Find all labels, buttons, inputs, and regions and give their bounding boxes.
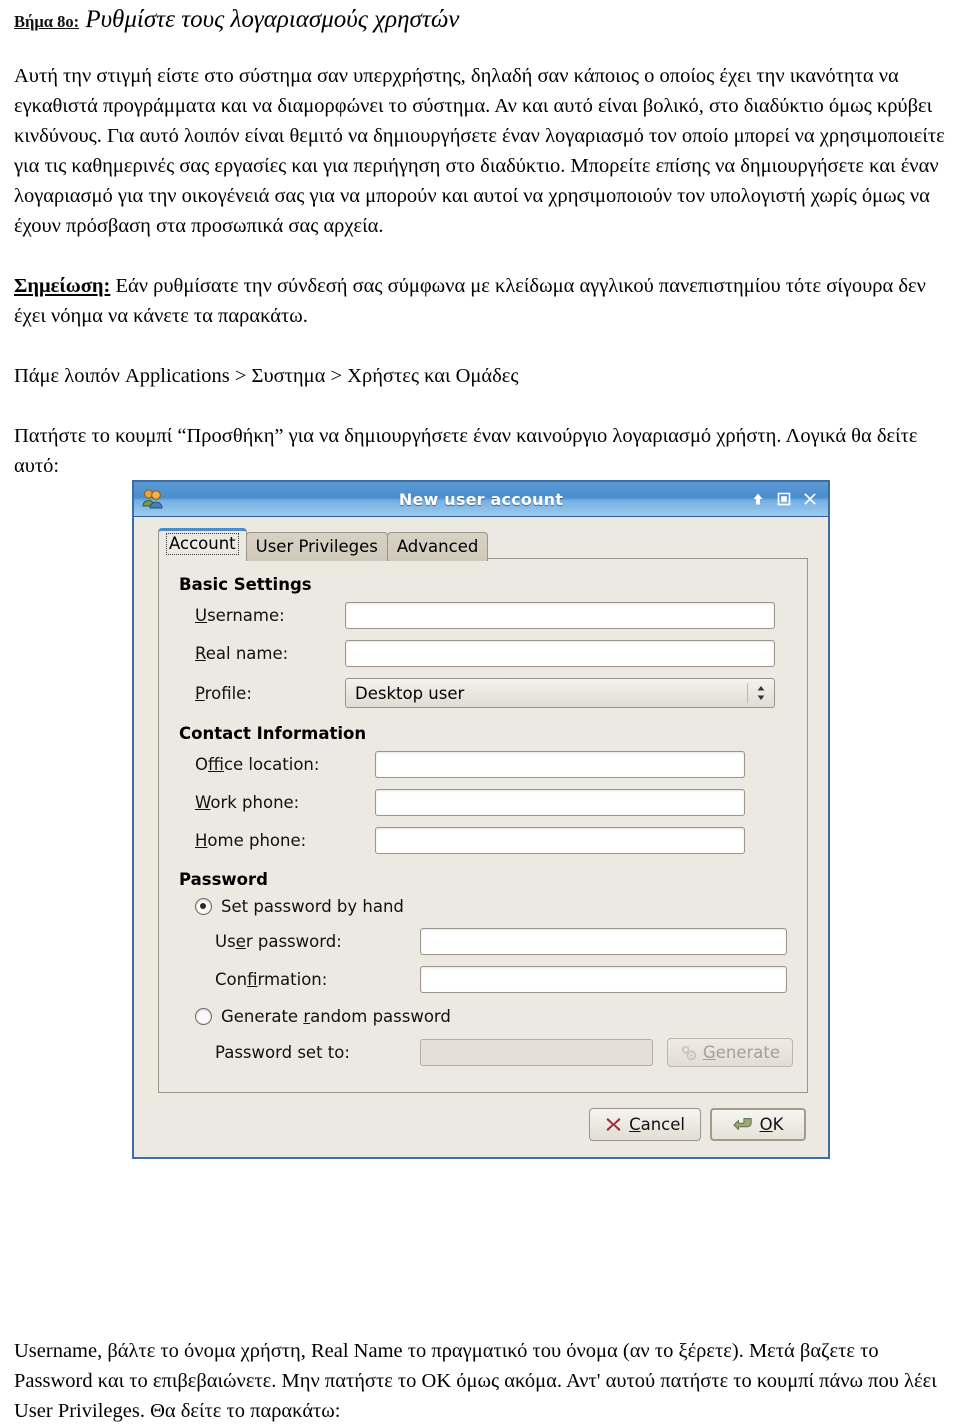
home-phone-label: Home phone: [195, 831, 307, 850]
office-location-input[interactable] [375, 751, 745, 778]
close-button[interactable] [802, 491, 818, 507]
contact-information-group: Office location: Work phone: Home phone: [195, 751, 793, 854]
username-input[interactable] [345, 602, 775, 629]
profile-label: Profile: [195, 683, 252, 703]
work-phone-input[interactable] [375, 789, 745, 816]
tab-user-privileges-label: User Privileges [255, 537, 378, 556]
home-phone-row: Home phone: [195, 827, 793, 854]
chevron-updown-icon [747, 683, 774, 703]
work-phone-row: Work phone: [195, 789, 793, 816]
username-row: Username: [195, 602, 793, 629]
realname-input[interactable] [345, 640, 775, 667]
basic-settings-group: Username: Real name: Profile: Desktop us… [195, 602, 793, 708]
enter-arrow-icon [733, 1117, 753, 1133]
users-icon [141, 487, 165, 511]
ok-button[interactable]: OK [710, 1108, 806, 1141]
new-user-account-dialog: New user account Account User Privileges… [132, 480, 830, 1159]
office-location-row: Office location: [195, 751, 793, 778]
paragraph-menu-path: Πάμε λοιπόν Applications > Συστημα > Χρή… [14, 364, 519, 387]
user-password-row: User password: [215, 928, 793, 955]
password-set-to-input [420, 1039, 653, 1066]
realname-row: Real name: [195, 640, 793, 667]
tab-advanced[interactable]: Advanced [386, 532, 489, 561]
generate-random-password-label: Generate random password [221, 1007, 451, 1026]
gear-icon [680, 1044, 697, 1061]
confirmation-row: Confirmation: [215, 966, 793, 993]
basic-settings-heading: Basic Settings [179, 575, 312, 594]
confirmation-label: Confirmation: [215, 970, 328, 989]
password-set-to-row: Password set to: Generate [215, 1038, 793, 1067]
account-tab-panel: Basic Settings Username: Real name: Prof… [158, 558, 808, 1093]
profile-combobox[interactable]: Desktop user [345, 678, 775, 708]
tab-account[interactable]: Account [158, 528, 247, 559]
document-body: Βήμα 8ο: Ρυθμίστε τους λογαριασμούς χρησ… [0, 6, 960, 481]
dialog-button-bar: Cancel OK [144, 1108, 806, 1141]
tab-account-label: Account [166, 533, 239, 555]
realname-label: Real name: [195, 644, 289, 663]
profile-value: Desktop user [355, 683, 465, 703]
user-password-input[interactable] [420, 928, 787, 955]
paragraph-intro: Αυτή την στιγμή είστε στο σύστημα σαν υπ… [14, 64, 945, 237]
password-set-to-label: Password set to: [215, 1043, 350, 1062]
username-label: Username: [195, 606, 285, 625]
password-group: Set password by hand User password: Conf… [195, 897, 793, 1067]
password-heading: Password [179, 870, 268, 889]
ok-button-label: OK [759, 1115, 784, 1134]
user-password-label: User password: [215, 932, 342, 951]
note-text: Εάν ρυθμίσατε την σύνδεσή σας σύμφωνα με… [14, 274, 926, 327]
radio-set-password-by-hand[interactable] [195, 898, 212, 915]
generate-button: Generate [666, 1038, 793, 1067]
set-password-by-hand-label: Set password by hand [221, 897, 404, 916]
document-footer: Username, βάλτε το όνομα χρήστη, Real Na… [0, 1336, 960, 1426]
step-title: Ρυθμίστε τους λογαριασμούς χρηστών [85, 6, 460, 33]
tab-advanced-label: Advanced [396, 537, 479, 556]
paragraph-after-dialog: Username, βάλτε το όνομα χρήστη, Real Na… [14, 1340, 937, 1422]
office-location-label: Office location: [195, 755, 320, 774]
maximize-button[interactable] [776, 491, 792, 507]
dialog-content: Account User Privileges Advanced Basic S… [134, 517, 828, 1157]
note-label: Σημείωση: [14, 274, 111, 297]
contact-information-heading: Contact Information [179, 724, 367, 743]
work-phone-label: Work phone: [195, 793, 300, 812]
cancel-button-label: Cancel [629, 1115, 685, 1134]
paragraph-click-add: Πατήστε το κουμπί “Προσθήκη” για να δημι… [14, 424, 918, 477]
cancel-button[interactable]: Cancel [589, 1108, 701, 1141]
titlebar-buttons [750, 491, 818, 507]
generate-button-label: Generate [702, 1043, 780, 1062]
radio-generate-random-password[interactable] [195, 1008, 212, 1025]
tab-bar: Account User Privileges Advanced [144, 527, 818, 561]
set-password-by-hand-row[interactable]: Set password by hand [195, 897, 793, 916]
confirmation-input[interactable] [420, 966, 787, 993]
dialog-titlebar[interactable]: New user account [134, 482, 828, 517]
dialog-title: New user account [398, 489, 564, 509]
tab-user-privileges[interactable]: User Privileges [245, 532, 388, 561]
shade-button[interactable] [750, 491, 766, 507]
profile-row: Profile: Desktop user [195, 678, 793, 708]
generate-random-password-row[interactable]: Generate random password [195, 1007, 793, 1026]
paragraph-note: Σημείωση: Εάν ρυθμίσατε την σύνδεσή σας … [14, 271, 946, 331]
page-title: Βήμα 8ο: Ρυθμίστε τους λογαριασμούς χρησ… [14, 6, 946, 35]
close-icon [605, 1116, 622, 1133]
step-label: Βήμα 8ο: [14, 12, 80, 31]
home-phone-input[interactable] [375, 827, 745, 854]
